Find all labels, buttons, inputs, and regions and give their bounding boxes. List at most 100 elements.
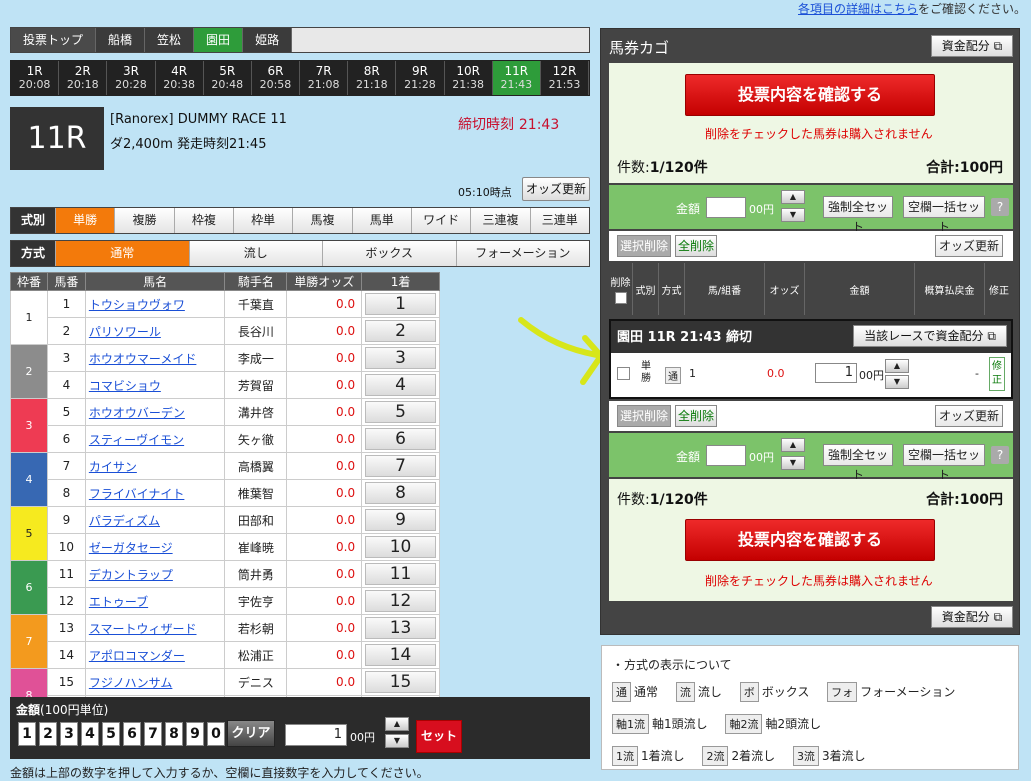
blank-set-button-bottom[interactable]: 空欄一括セット xyxy=(903,444,985,482)
odds-update-button[interactable]: オッズ更新 xyxy=(522,177,590,201)
bet-type-trio[interactable]: 三連複 xyxy=(470,208,530,233)
first-place-select-button[interactable]: 4 xyxy=(365,374,436,396)
horse-name-link[interactable]: コマビショウ xyxy=(89,379,161,393)
horse-name-link[interactable]: トウショウヴォワ xyxy=(89,298,185,312)
cart-amount-down-top[interactable]: ▼ xyxy=(781,208,805,222)
first-place-select-button[interactable]: 5 xyxy=(365,401,436,423)
horse-name-link[interactable]: カイサン xyxy=(89,460,137,474)
bet-fix-button[interactable]: 修正 xyxy=(989,357,1005,391)
bet-amount-up[interactable]: ▲ xyxy=(885,359,909,373)
bet-type-wide[interactable]: ワイド xyxy=(410,208,471,233)
horse-name-link[interactable]: アポロコマンダー xyxy=(89,649,185,663)
race-tab[interactable]: 7R 21:08 xyxy=(300,61,349,95)
fund-allocation-button-bottom[interactable]: 資金配分 ⧉ xyxy=(931,606,1013,628)
race-tab[interactable]: 2R 20:18 xyxy=(59,61,108,95)
venue-tab-top[interactable]: 投票トップ xyxy=(11,28,97,52)
fund-allocation-button-top[interactable]: 資金配分 ⧉ xyxy=(931,35,1013,57)
bet-type-place[interactable]: 複勝 xyxy=(114,208,174,233)
cart-odds-update-bottom[interactable]: オッズ更新 xyxy=(935,405,1003,427)
method-normal[interactable]: 通常 xyxy=(55,241,189,266)
select-delete-button-top[interactable]: 選択削除 xyxy=(617,235,671,257)
horse-name-link[interactable]: パラディズム xyxy=(89,514,160,528)
venue-tab-kasamatsu[interactable]: 笠松 xyxy=(145,28,195,52)
delete-all-button-bottom[interactable]: 全削除 xyxy=(675,405,717,427)
venue-tab-sonoda[interactable]: 園田 xyxy=(194,28,244,52)
cart-odds-update-top[interactable]: オッズ更新 xyxy=(935,235,1003,257)
force-set-button-top[interactable]: 強制全セット xyxy=(823,196,893,234)
race-fund-button[interactable]: 当該レースで資金配分 ⧉ xyxy=(853,325,1007,347)
delete-all-button-top[interactable]: 全削除 xyxy=(675,235,717,257)
bet-type-bracket-exacta[interactable]: 枠単 xyxy=(232,208,293,233)
first-place-select-button[interactable]: 15 xyxy=(365,671,436,693)
race-tab[interactable]: 6R 20:58 xyxy=(252,61,301,95)
race-tab[interactable]: 11R 21:43 xyxy=(492,61,541,95)
keypad-key[interactable]: 3 xyxy=(60,722,78,746)
bet-type-exacta[interactable]: 馬単 xyxy=(351,208,411,233)
venue-tab-himeji[interactable]: 姫路 xyxy=(243,28,293,52)
race-tab[interactable]: 12R 21:53 xyxy=(541,61,590,95)
bet-type-quinella[interactable]: 馬複 xyxy=(292,208,352,233)
race-tab[interactable]: 9R 21:28 xyxy=(396,61,445,95)
race-tab[interactable]: 10R 21:38 xyxy=(445,61,493,95)
first-place-select-button[interactable]: 8 xyxy=(365,482,436,504)
keypad-key[interactable]: 7 xyxy=(144,722,162,746)
amount-up-button[interactable]: ▲ xyxy=(385,717,409,731)
first-place-select-button[interactable]: 10 xyxy=(365,536,436,558)
amount-down-button[interactable]: ▼ xyxy=(385,734,409,748)
horse-name-link[interactable]: ホウオウマーメイド xyxy=(89,352,197,366)
keypad-key[interactable]: 4 xyxy=(81,722,99,746)
select-delete-button-bottom[interactable]: 選択削除 xyxy=(617,405,671,427)
race-tab[interactable]: 1R 20:08 xyxy=(11,61,60,95)
race-tab[interactable]: 4R 20:38 xyxy=(156,61,204,95)
cart-amount-up-bottom[interactable]: ▲ xyxy=(781,438,805,452)
race-tab[interactable]: 3R 20:28 xyxy=(107,61,156,95)
keypad-key[interactable]: 2 xyxy=(39,722,57,746)
first-place-select-button[interactable]: 12 xyxy=(365,590,436,612)
first-place-select-button[interactable]: 3 xyxy=(365,347,436,369)
first-place-select-button[interactable]: 1 xyxy=(365,293,436,315)
keypad-key[interactable]: 8 xyxy=(165,722,183,746)
first-place-select-button[interactable]: 6 xyxy=(365,428,436,450)
horse-name-link[interactable]: スティーヴイモン xyxy=(89,433,184,447)
cart-amount-down-bottom[interactable]: ▼ xyxy=(781,456,805,470)
race-tab[interactable]: 5R 20:48 xyxy=(204,61,252,95)
keypad-key[interactable]: 1 xyxy=(18,722,36,746)
horse-name-link[interactable]: スマートウィザード xyxy=(89,622,197,636)
horse-name-link[interactable]: フライバイナイト xyxy=(89,487,185,501)
keypad-key[interactable]: 6 xyxy=(123,722,141,746)
bet-type-trifecta[interactable]: 三連単 xyxy=(529,208,589,233)
method-box[interactable]: ボックス xyxy=(322,241,456,266)
help-icon-bottom[interactable]: ? xyxy=(991,446,1009,464)
help-icon-top[interactable]: ? xyxy=(991,198,1009,216)
blank-set-button-top[interactable]: 空欄一括セット xyxy=(903,196,985,234)
amount-input[interactable]: 1 xyxy=(285,724,347,746)
delete-all-checkbox[interactable] xyxy=(614,292,627,304)
horse-name-link[interactable]: デカントラップ xyxy=(89,568,173,582)
horse-name-link[interactable]: エトゥーブ xyxy=(89,595,148,609)
cart-amount-input-top[interactable] xyxy=(706,197,746,218)
details-link[interactable]: 各項目の詳細はこちら xyxy=(798,2,918,16)
venue-tab-funabashi[interactable]: 船橋 xyxy=(96,28,146,52)
first-place-select-button[interactable]: 2 xyxy=(365,320,436,342)
horse-name-link[interactable]: ホウオウバーデン xyxy=(89,406,185,420)
keypad-key[interactable]: 5 xyxy=(102,722,120,746)
first-place-select-button[interactable]: 9 xyxy=(365,509,436,531)
bet-type-bracket-quinella[interactable]: 枠複 xyxy=(173,208,233,233)
cart-amount-input-bottom[interactable] xyxy=(706,445,746,466)
race-tab[interactable]: 8R 21:18 xyxy=(348,61,397,95)
confirm-button-bottom[interactable]: 投票内容を確認する xyxy=(685,519,935,561)
first-place-select-button[interactable]: 13 xyxy=(365,617,436,639)
first-place-select-button[interactable]: 11 xyxy=(365,563,436,585)
bet-delete-checkbox[interactable] xyxy=(617,367,630,380)
keypad-key[interactable]: 0 xyxy=(207,722,225,746)
bet-amount-input[interactable]: 1 xyxy=(815,363,857,383)
keypad-key[interactable]: 9 xyxy=(186,722,204,746)
first-place-select-button[interactable]: 7 xyxy=(365,455,436,477)
first-place-select-button[interactable]: 14 xyxy=(365,644,436,666)
horse-name-link[interactable]: パリソワール xyxy=(89,325,161,339)
confirm-button-top[interactable]: 投票内容を確認する xyxy=(685,74,935,116)
cart-amount-up-top[interactable]: ▲ xyxy=(781,190,805,204)
horse-name-link[interactable]: フジノハンサム xyxy=(89,676,173,690)
method-formation[interactable]: フォーメーション xyxy=(455,241,589,266)
bet-amount-down[interactable]: ▼ xyxy=(885,375,909,389)
